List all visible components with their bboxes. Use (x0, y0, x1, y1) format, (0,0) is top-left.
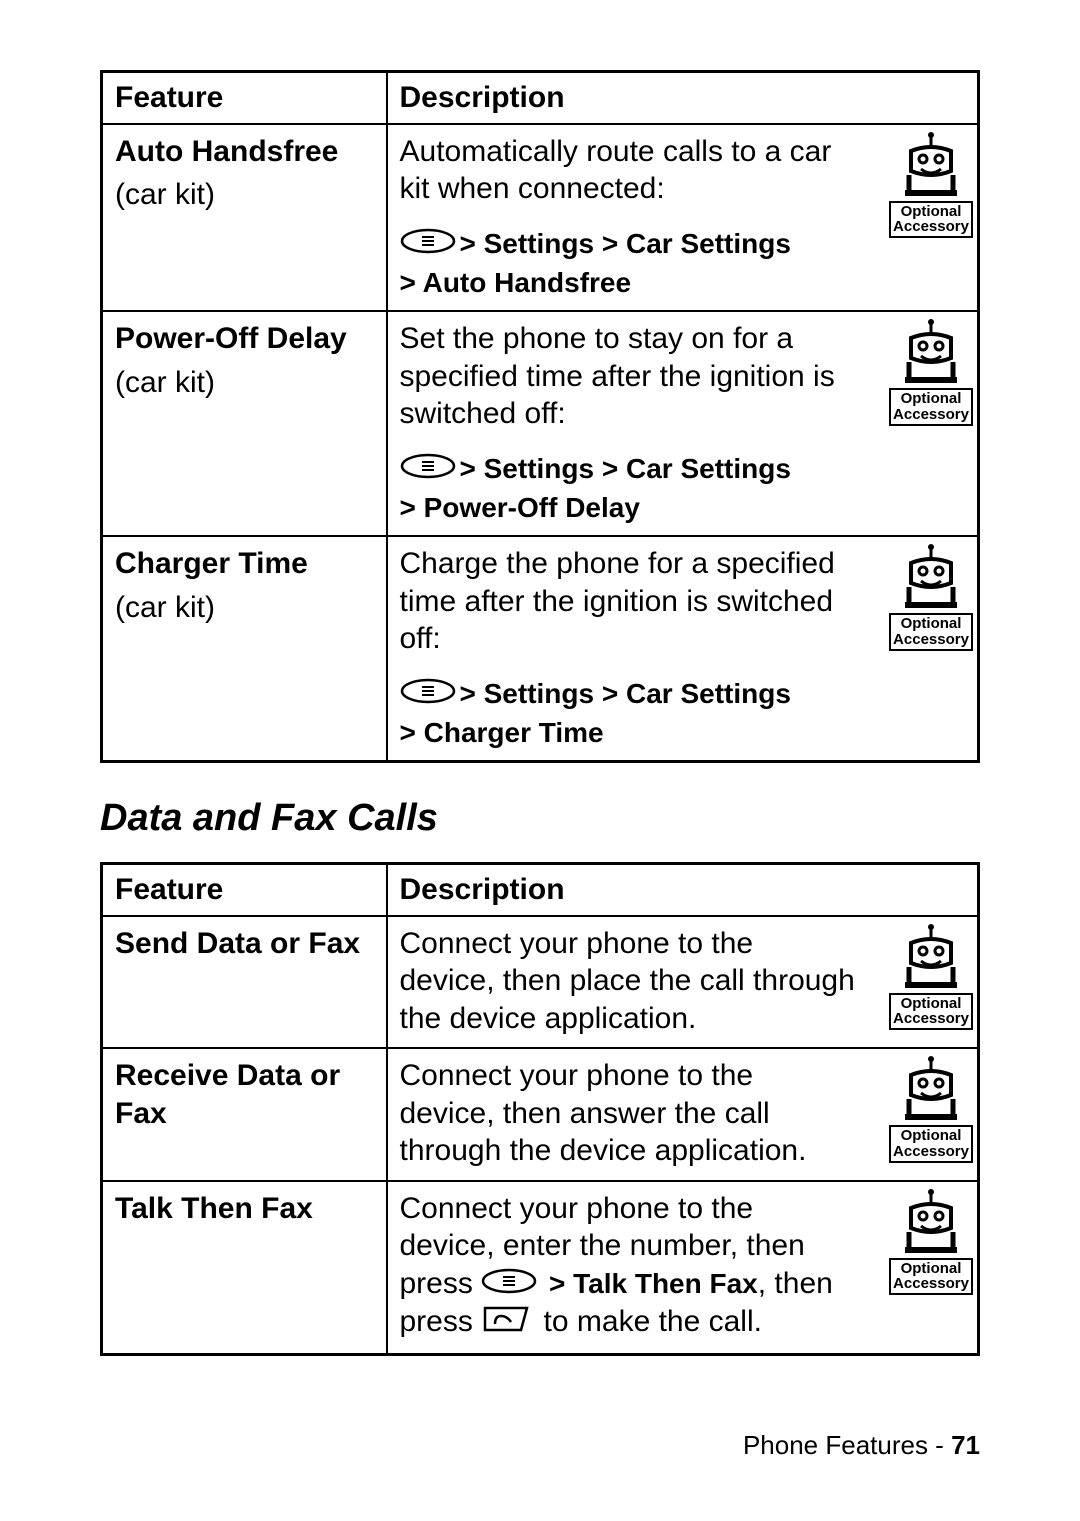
feature-subtitle: (car kit) (115, 176, 374, 214)
table-row: Talk Then Fax Connect your phone to the … (102, 1181, 979, 1355)
menu-key-icon (481, 1266, 537, 1304)
optional-accessory-badge: OptionalAccessory (881, 1055, 981, 1167)
feature-title: Auto Handsfree (115, 133, 374, 171)
feature-description: Automatically route calls to a car kit w… (400, 133, 856, 208)
menu-key-icon (400, 451, 456, 489)
footer-label: Phone Features - (743, 1430, 951, 1460)
car-kit-table: Feature Description Auto Handsfree (car … (100, 70, 980, 763)
menu-key-icon (400, 226, 456, 264)
feature-title: Receive Data or Fax (115, 1057, 374, 1132)
table-row: Power-Off Delay (car kit) Set the phone … (102, 311, 979, 536)
feature-description: Set the phone to stay on for a specified… (400, 320, 856, 433)
feature-subtitle: (car kit) (115, 589, 374, 627)
table1-header-feature: Feature (102, 72, 387, 124)
feature-subtitle: (car kit) (115, 364, 374, 402)
optional-accessory-badge: OptionalAccessory (881, 923, 981, 1035)
optional-accessory-badge: OptionalAccessory (881, 543, 981, 655)
nav-path-line2: > Charger Time (400, 715, 856, 750)
nav-path-line2: > Power-Off Delay (400, 490, 856, 525)
feature-title: Power-Off Delay (115, 320, 374, 358)
feature-title: Talk Then Fax (115, 1190, 374, 1228)
table2-header-description: Description (387, 864, 979, 916)
send-key-icon (481, 1304, 531, 1344)
data-fax-table: Feature Description Send Data or Fax Con… (100, 862, 980, 1356)
optional-accessory-badge: OptionalAccessory (881, 1188, 981, 1300)
table-row: Receive Data or Fax Connect your phone t… (102, 1048, 979, 1181)
page-number: 71 (951, 1430, 980, 1460)
page-footer: Phone Features - 71 (743, 1430, 980, 1461)
nav-path-inline: > Talk Then Fax (541, 1268, 758, 1299)
table-row: Auto Handsfree (car kit) Automatically r… (102, 124, 979, 312)
nav-path: > Settings > Car Settings (460, 676, 791, 711)
feature-description: Connect your phone to the device, then a… (400, 1057, 856, 1170)
menu-key-icon (400, 676, 456, 714)
feature-description: Charge the phone for a specified time af… (400, 545, 856, 658)
table-row: Send Data or Fax Connect your phone to t… (102, 916, 979, 1049)
section-heading: Data and Fax Calls (100, 797, 980, 840)
table-row: Charger Time (car kit) Charge the phone … (102, 536, 979, 762)
optional-accessory-badge: OptionalAccessory (881, 318, 981, 430)
nav-path: > Settings > Car Settings (460, 226, 791, 261)
feature-description: Connect your phone to the device, then p… (400, 925, 856, 1038)
feature-title: Send Data or Fax (115, 925, 374, 963)
optional-accessory-badge: OptionalAccessory (881, 131, 981, 243)
nav-path-line2: > Auto Handsfree (400, 265, 856, 300)
feature-title: Charger Time (115, 545, 374, 583)
table2-header-feature: Feature (102, 864, 387, 916)
nav-path: > Settings > Car Settings (460, 451, 791, 486)
table1-header-description: Description (387, 72, 979, 124)
